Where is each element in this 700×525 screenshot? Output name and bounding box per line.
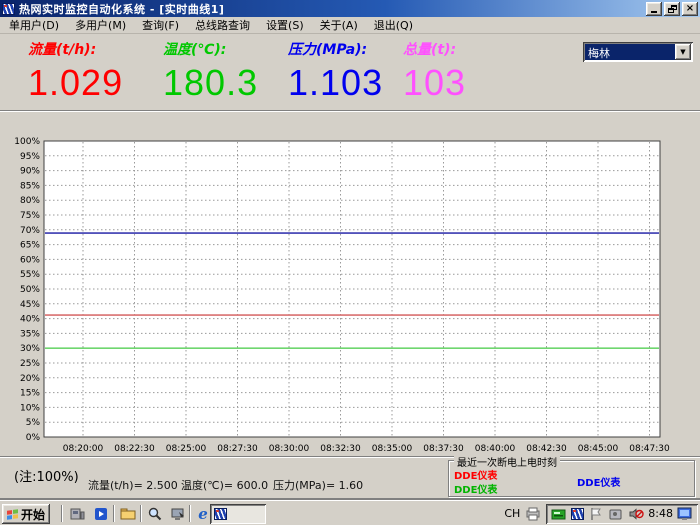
svg-text:20%: 20% bbox=[20, 374, 40, 384]
close-button[interactable]: × bbox=[682, 2, 698, 16]
temperature-readout: 温度(℃): 180.3 bbox=[163, 39, 258, 103]
task-button-monitoring-app[interactable] bbox=[210, 504, 266, 524]
svg-text:85%: 85% bbox=[20, 181, 40, 191]
flow-fullscale: 流量(t/h)= 2.500 bbox=[88, 477, 178, 493]
combobox-dropdown-arrow-icon[interactable]: ▼ bbox=[675, 44, 691, 60]
tray-icon-area: 8:48 bbox=[546, 504, 698, 524]
desktop-icon[interactable] bbox=[167, 505, 189, 523]
menu-query[interactable]: 查询(F) bbox=[134, 15, 187, 35]
taskbar-separator bbox=[61, 505, 63, 522]
network-card-icon[interactable] bbox=[551, 506, 567, 522]
taskbar-separator bbox=[189, 505, 191, 522]
start-label: 开始 bbox=[21, 506, 45, 523]
menu-single-user[interactable]: 单用户(D) bbox=[1, 15, 67, 35]
svg-text:50%: 50% bbox=[20, 285, 40, 295]
svg-text:100%: 100% bbox=[14, 137, 40, 147]
temperature-value: 180.3 bbox=[163, 63, 258, 103]
fullscale-note: (注:100%) bbox=[14, 466, 79, 485]
svg-text:25%: 25% bbox=[20, 359, 40, 369]
dde-meter-temperature: DDE仪表 bbox=[454, 481, 497, 496]
svg-text:80%: 80% bbox=[20, 196, 40, 206]
svg-text:08:20:00: 08:20:00 bbox=[63, 444, 104, 454]
svg-text:60%: 60% bbox=[20, 255, 40, 265]
window-controls: × bbox=[646, 2, 698, 16]
restore-button[interactable] bbox=[664, 2, 680, 16]
svg-text:08:32:30: 08:32:30 bbox=[320, 444, 361, 454]
app-logo-icon bbox=[214, 508, 227, 520]
realtime-trend-chart: 100% 95% 90% 85% 80% 75% 70% 65% 60% 55% 50% 45% 40%… bbox=[0, 133, 700, 457]
minimize-button[interactable] bbox=[646, 2, 662, 16]
total-value: 103 bbox=[403, 63, 466, 103]
svg-text:0%: 0% bbox=[26, 433, 41, 443]
svg-text:08:45:00: 08:45:00 bbox=[578, 444, 619, 454]
svg-text:30%: 30% bbox=[20, 344, 40, 354]
taskbar-separator bbox=[140, 505, 142, 522]
media-player-icon[interactable] bbox=[90, 505, 112, 523]
display-monitor-icon[interactable] bbox=[677, 506, 693, 522]
app-logo-icon bbox=[2, 3, 15, 15]
volume-muted-icon[interactable] bbox=[628, 506, 644, 522]
pressure-label: 压力(MPa): bbox=[288, 39, 383, 59]
menu-about[interactable]: 关于(A) bbox=[312, 15, 366, 35]
station-combobox[interactable]: 梅林 ▼ bbox=[583, 42, 693, 62]
svg-text:90%: 90% bbox=[20, 167, 40, 177]
dde-meter-pressure: DDE仪表 bbox=[577, 474, 620, 489]
svg-text:95%: 95% bbox=[20, 152, 40, 162]
svg-text:35%: 35% bbox=[20, 329, 40, 339]
power-event-groupbox: 最近一次断电上电时刻 DDE仪表 DDE仪表 DDE仪表 bbox=[448, 460, 695, 497]
total-label: 总量(t): bbox=[403, 39, 466, 59]
app-logo-tray-icon[interactable] bbox=[571, 508, 584, 520]
menu-multi-user[interactable]: 多用户(M) bbox=[67, 15, 134, 35]
system-tray: CH 8:48 bbox=[504, 503, 698, 524]
pressure-readout: 压力(MPa): 1.103 bbox=[288, 39, 383, 103]
svg-text:08:27:30: 08:27:30 bbox=[217, 444, 258, 454]
pressure-fullscale: 压力(MPa)= 1.60 bbox=[273, 477, 363, 493]
svg-text:5%: 5% bbox=[26, 418, 41, 428]
flag-icon[interactable] bbox=[588, 506, 604, 522]
menu-exit[interactable]: 退出(Q) bbox=[366, 15, 421, 35]
total-readout: 总量(t): 103 bbox=[403, 39, 466, 103]
folder-icon[interactable] bbox=[117, 505, 139, 523]
svg-text:75%: 75% bbox=[20, 211, 40, 221]
svg-text:08:37:30: 08:37:30 bbox=[423, 444, 464, 454]
separator bbox=[0, 110, 700, 112]
device-icon[interactable] bbox=[608, 506, 624, 522]
svg-text:08:30:00: 08:30:00 bbox=[269, 444, 310, 454]
temperature-fullscale: 温度(℃)= 600.0 bbox=[181, 477, 268, 493]
svg-text:08:22:30: 08:22:30 bbox=[114, 444, 155, 454]
taskbar: 开始 e CH bbox=[0, 500, 700, 525]
dde-meter-flow: DDE仪表 bbox=[454, 467, 497, 482]
flow-label: 流量(t/h): bbox=[28, 39, 123, 59]
svg-text:08:40:00: 08:40:00 bbox=[475, 444, 516, 454]
taskbar-separator bbox=[113, 505, 115, 522]
svg-text:08:47:30: 08:47:30 bbox=[629, 444, 670, 454]
clock[interactable]: 8:48 bbox=[648, 507, 673, 520]
svg-text:45%: 45% bbox=[20, 300, 40, 310]
svg-text:08:35:00: 08:35:00 bbox=[372, 444, 413, 454]
separator bbox=[0, 456, 700, 458]
pressure-value: 1.103 bbox=[288, 63, 383, 103]
temperature-label: 温度(℃): bbox=[163, 39, 258, 59]
svg-text:65%: 65% bbox=[20, 241, 40, 251]
station-selected-value: 梅林 bbox=[585, 44, 675, 60]
menu-bar: 单用户(D) 多用户(M) 查询(F) 总线路查询 设置(S) 关于(A) 退出… bbox=[0, 17, 700, 34]
svg-text:08:42:30: 08:42:30 bbox=[526, 444, 567, 454]
menu-settings[interactable]: 设置(S) bbox=[258, 15, 312, 35]
svg-text:40%: 40% bbox=[20, 315, 40, 325]
search-icon[interactable] bbox=[144, 505, 166, 523]
machine-tool-icon[interactable] bbox=[66, 505, 88, 523]
svg-text:70%: 70% bbox=[20, 226, 40, 236]
flow-readout: 流量(t/h): 1.029 bbox=[28, 39, 123, 103]
menu-busline-query[interactable]: 总线路查询 bbox=[187, 15, 258, 35]
windows-logo-icon bbox=[7, 509, 18, 520]
svg-text:55%: 55% bbox=[20, 270, 40, 280]
desktop-screen: 热网实时监控自动化系统 - [实时曲线1] × 单用户(D) 多用户(M) 查询… bbox=[0, 0, 700, 525]
printer-icon[interactable] bbox=[525, 506, 541, 522]
svg-text:08:25:00: 08:25:00 bbox=[166, 444, 207, 454]
language-indicator[interactable]: CH bbox=[504, 507, 520, 520]
start-button[interactable]: 开始 bbox=[2, 504, 50, 524]
svg-text:10%: 10% bbox=[20, 403, 40, 413]
flow-value: 1.029 bbox=[28, 63, 123, 103]
svg-text:15%: 15% bbox=[20, 389, 40, 399]
